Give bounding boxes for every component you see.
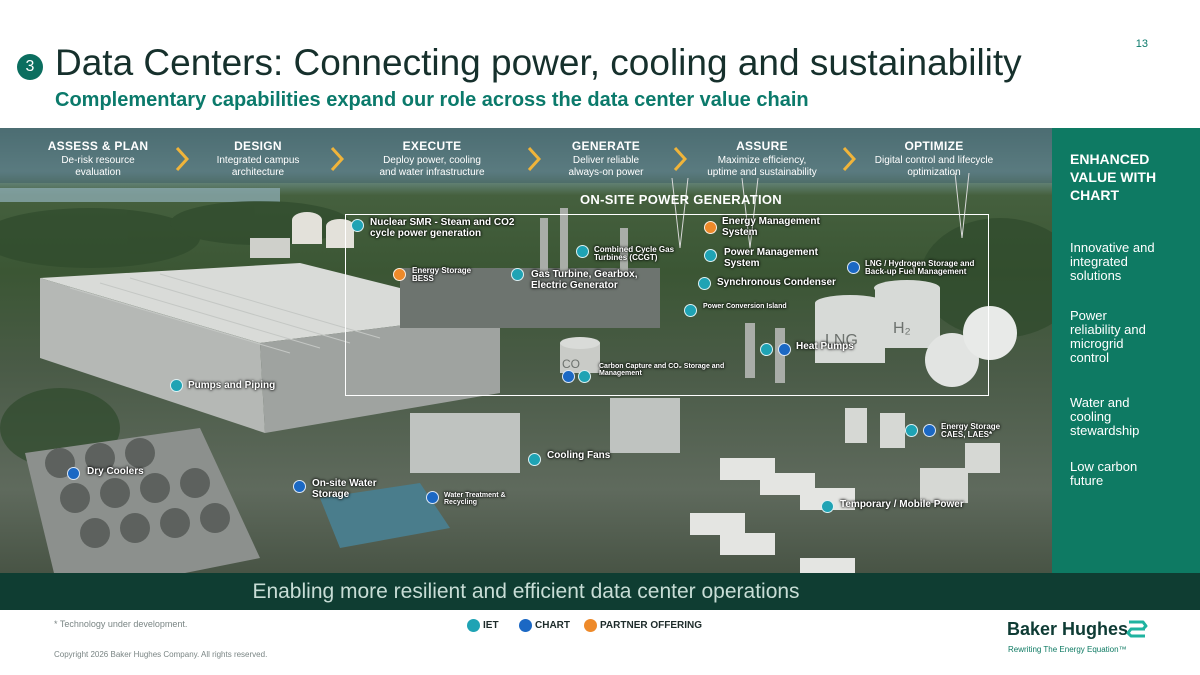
label-nuclear-smr: Nuclear SMR - Steam and CO2 cycle power g… <box>370 217 515 239</box>
step-design: DESIGN Integrated campus architecture <box>198 139 318 179</box>
step-label: ASSESS & PLAN <box>47 139 149 153</box>
section-number-badge: 3 <box>17 54 43 80</box>
label-pumps-piping: Pumps and Piping <box>188 380 276 391</box>
chevron-right-icon <box>842 146 856 172</box>
side-item-low-carbon: Low carbon future <box>1070 459 1138 488</box>
step-desc-line1: Integrated campus <box>216 155 300 166</box>
page-number: 13 <box>1135 38 1148 50</box>
step-desc-line1: Digital control and lifecycle <box>874 155 994 166</box>
side-item-power-reliability: Power reliability and microgrid control <box>1070 308 1146 365</box>
legend-chart: CHART <box>519 619 570 632</box>
chart-dot <box>923 424 936 437</box>
partner-dot <box>393 268 406 281</box>
step-execute: EXECUTE Deploy power, cooling and water … <box>362 139 502 179</box>
label-water-treatment: Water Treatment & Recycling <box>444 492 506 507</box>
step-desc-line2: optimization <box>907 167 961 178</box>
step-label: DESIGN <box>234 139 282 153</box>
step-generate: GENERATE Deliver reliable always-on powe… <box>546 139 666 179</box>
baker-hughes-logo-icon <box>1126 620 1148 638</box>
tagline: Rewriting The Energy Equation™ <box>1008 645 1127 654</box>
page-subtitle: Complementary capabilities expand our ro… <box>55 89 809 111</box>
step-desc-line1: Maximize efficiency, <box>717 155 807 166</box>
iet-dot <box>704 249 717 262</box>
iet-dot <box>528 453 541 466</box>
label-heat-pumps: Heat Pumps <box>796 341 854 352</box>
baker-hughes-logo-text: Baker Hughes <box>1007 619 1129 639</box>
step-desc-line1: Deliver reliable <box>572 155 640 166</box>
chevron-right-icon <box>527 146 541 172</box>
step-label: ASSURE <box>736 139 788 153</box>
iet-dot <box>170 379 183 392</box>
step-assess-plan: ASSESS & PLAN De-risk resource evaluatio… <box>38 139 158 179</box>
label-power-conversion-island: Power Conversion Island <box>703 303 787 310</box>
value-chain-steps: ASSESS & PLAN De-risk resource evaluatio… <box>0 128 1052 183</box>
label-cooling-fans: Cooling Fans <box>547 450 611 461</box>
step-desc-line2: architecture <box>231 167 285 178</box>
step-desc-line2: and water infrastructure <box>379 167 485 178</box>
legend-iet-dot <box>467 619 480 632</box>
step-desc-line2: evaluation <box>75 167 121 178</box>
copyright: Copyright 2026 Baker Hughes Company. All… <box>54 650 268 659</box>
step-desc-line1: Deploy power, cooling <box>383 155 481 166</box>
chart-dot <box>293 480 306 493</box>
step-label: OPTIMIZE <box>904 139 964 153</box>
legend-iet: IET <box>467 619 499 632</box>
iet-dot <box>698 277 711 290</box>
step-label: GENERATE <box>571 139 641 153</box>
chart-dot <box>426 491 439 504</box>
iet-dot <box>905 424 918 437</box>
bottom-banner-text: Enabling more resilient and efficient da… <box>252 580 800 603</box>
iet-dot <box>511 268 524 281</box>
chart-dot <box>847 261 860 274</box>
step-desc-line2: uptime and sustainability <box>707 167 817 178</box>
legend-partner: PARTNER OFFERING <box>584 619 702 632</box>
label-power-management: Power Management System <box>724 247 818 269</box>
iet-dot <box>821 500 834 513</box>
label-dry-coolers: Dry Coolers <box>87 466 144 477</box>
iet-dot <box>576 245 589 258</box>
label-lng-hydrogen: LNG / Hydrogen Storage and Back-up Fuel M… <box>865 259 975 277</box>
legend-partner-dot <box>584 619 597 632</box>
iet-dot <box>684 304 697 317</box>
label-energy-storage-caes: Energy Storage CAES, LAES* <box>941 422 1001 440</box>
enhanced-value-panel: ENHANCED VALUE WITH CHART Innovative and… <box>1052 128 1200 573</box>
step-optimize: OPTIMIZE Digital control and lifecycle o… <box>864 139 1004 179</box>
chart-dot <box>67 467 80 480</box>
chevron-right-icon <box>330 146 344 172</box>
label-synchronous-condenser: Synchronous Condenser <box>717 277 836 288</box>
label-carbon-capture: Carbon Capture and CO₂ Storage and Manage… <box>599 363 725 378</box>
data-center-illustration: LNG H₂ CO ASSESS & PLAN De-risk resource… <box>0 128 1052 610</box>
label-ccgt: Combined Cycle Gas Turbines (CCGT) <box>594 245 675 263</box>
partner-dot <box>704 221 717 234</box>
label-temporary-mobile-power: Temporary / Mobile Power <box>840 499 964 510</box>
label-energy-management: Energy Management System <box>722 216 820 238</box>
step-desc-line2: always-on power <box>568 167 644 178</box>
label-energy-storage-bess: Energy Storage BESS <box>412 266 472 284</box>
legend-chart-dot <box>519 619 532 632</box>
chevron-right-icon <box>673 146 687 172</box>
step-desc-line1: De-risk resource <box>61 155 135 166</box>
side-item-innovative: Innovative and integrated solutions <box>1070 240 1155 283</box>
label-water-storage: On-site Water Storage <box>312 478 377 500</box>
chart-dot <box>778 343 791 356</box>
iet-dot <box>760 343 773 356</box>
footnote: * Technology under development. <box>54 619 188 629</box>
side-item-water-cooling: Water and cooling stewardship <box>1070 395 1140 438</box>
step-label: EXECUTE <box>402 139 462 153</box>
side-panel-heading: ENHANCED VALUE WITH CHART <box>1070 151 1157 203</box>
page-title: Data Centers: Connecting power, cooling … <box>55 42 1022 83</box>
label-gas-turbine: Gas Turbine, Gearbox, Electric Generator <box>531 269 638 291</box>
onsite-power-title: ON-SITE POWER GENERATION <box>580 192 782 207</box>
chart-dot <box>562 370 575 383</box>
iet-dot <box>578 370 591 383</box>
chevron-right-icon <box>175 146 189 172</box>
step-assure: ASSURE Maximize efficiency, uptime and s… <box>692 139 832 179</box>
iet-dot <box>351 219 364 232</box>
